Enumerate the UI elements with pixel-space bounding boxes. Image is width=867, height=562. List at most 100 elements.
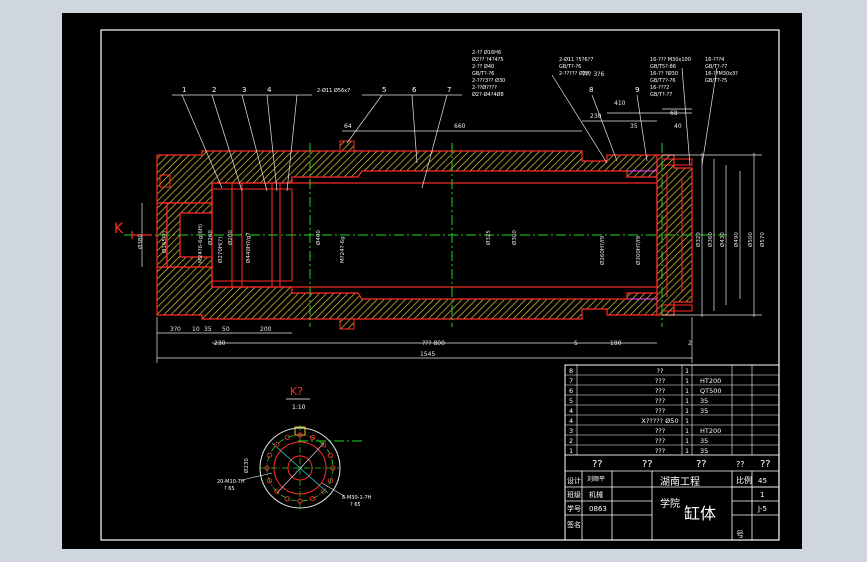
section-note-right-2: ? 65 <box>350 502 361 508</box>
row-material: HT200 <box>700 377 721 385</box>
svg-text:2-???3?? Ø30: 2-???3?? Ø30 <box>472 77 505 84</box>
section-marker: K <box>114 221 152 239</box>
row-name: ??? <box>655 437 665 445</box>
svg-text:Ø300: Ø300 <box>511 230 518 245</box>
svg-text:2-??Ø????: 2-??Ø???? <box>472 84 497 91</box>
svg-text:Ø2?? ?4?4?5: Ø2?? ?4?4?5 <box>472 56 504 63</box>
row-name: ??? <box>655 377 665 385</box>
balloon-9: 9 <box>635 86 639 94</box>
row-no: 8 <box>569 367 573 375</box>
svg-text:GB/T?-?5: GB/T?-?5 <box>705 78 727 84</box>
row-qty: 1 <box>685 367 689 375</box>
svg-text:35: 35 <box>204 326 212 333</box>
design-name: 刘顺平 <box>587 475 605 483</box>
svg-text:GB/T7?-?6: GB/T7?-?6 <box>650 78 676 84</box>
svg-text:10: 10 <box>192 326 200 333</box>
svg-text:Ø300H?/f9: Ø300H?/f9 <box>635 235 642 265</box>
svg-text:16-???2: 16-???2 <box>650 85 669 91</box>
row-no: 3 <box>569 427 573 435</box>
svg-text:16-??? M30x100: 16-??? M30x100 <box>650 57 691 63</box>
svg-text:GB/T?-?6: GB/T?-?6 <box>559 64 581 70</box>
svg-text:Ø260H?/f9: Ø260H?/f9 <box>599 235 606 265</box>
parts-table: 8?? 1 7??? 1 HT200 6??? 1 QT500 5??? 1 35 4??? 1 35 4 X… <box>564 364 780 541</box>
svg-text:190: 190 <box>610 340 622 347</box>
class-value: 机械 <box>589 490 603 499</box>
bolt-hole <box>266 452 273 458</box>
mark-char: 号 <box>736 530 744 539</box>
svg-text:Ø500: Ø500 <box>747 232 754 247</box>
section-view-scale: 1:10 <box>292 404 306 411</box>
mark-label: 签名 <box>567 520 581 529</box>
svg-text:Ø165(?): Ø165(?) <box>161 231 168 253</box>
row-qty: 1 <box>685 387 689 395</box>
svg-text:Ø320: Ø320 <box>695 232 702 247</box>
row-name: ??? <box>655 447 665 455</box>
svg-text:Ø360: Ø360 <box>707 232 714 247</box>
row-name: ??? <box>655 397 665 405</box>
svg-text:??? 800: ??? 800 <box>422 340 445 347</box>
svg-text:16-?? ?Ø30: 16-?? ?Ø30 <box>650 70 678 77</box>
balloon-3: 3 <box>242 86 246 94</box>
svg-text:??? 3?6: ??? 3?6 <box>582 71 604 78</box>
row-material: 35 <box>700 447 708 455</box>
row-qty: 1 <box>685 427 689 435</box>
number-value: J-5 <box>757 505 767 513</box>
scale-label: 比例 <box>736 475 752 485</box>
svg-text:2: 2 <box>688 340 692 347</box>
scale-value: 45 <box>758 477 767 485</box>
svg-text:660: 660 <box>454 123 466 130</box>
row-no: 1 <box>569 447 573 455</box>
svg-text:GB/T?-?7: GB/T?-?7 <box>650 92 672 98</box>
svg-text:Ø570: Ø570 <box>759 232 766 247</box>
svg-text:Ø490: Ø490 <box>733 232 740 247</box>
note-a: 2-Ø11 Ø56x7 <box>317 87 350 94</box>
svg-text:200: 200 <box>260 326 272 333</box>
note-e: 16-???4 GB/T?-?7 16-??M30x3? GB/T?-?5 <box>705 57 738 84</box>
section-note-left-1: 20-M10-7H <box>217 479 245 485</box>
svg-text:GB/T5?-86: GB/T5?-86 <box>650 64 676 70</box>
svg-text:16-???4: 16-???4 <box>705 57 724 63</box>
header-material: ?? <box>736 460 745 469</box>
row-material: 35 <box>700 407 708 415</box>
row-qty: 1 <box>685 437 689 445</box>
cad-drawing: K 1 2 3 4 5 6 7 8 9 2-Ø11 Ø56x7 2-?? Ø16… <box>100 29 780 541</box>
row-name: ??? <box>655 427 665 435</box>
balloon-1: 1 <box>182 86 186 94</box>
row-name: ??? <box>655 407 665 415</box>
svg-text:64: 64 <box>344 123 352 130</box>
row-material: QT500 <box>700 387 722 395</box>
header-qty: ?? <box>696 459 707 470</box>
svg-text:Ø270H(?): Ø270H(?) <box>217 237 224 263</box>
row-qty: 1 <box>685 377 689 385</box>
svg-text:GB/T?-?7: GB/T?-?7 <box>705 64 727 70</box>
row-name: ?? <box>657 367 664 375</box>
svg-text:GB/T?-?6: GB/T?-?6 <box>472 71 494 77</box>
svg-text:3?0: 3?0 <box>170 326 181 333</box>
header-no: ?? <box>592 459 603 470</box>
bolt-hole <box>284 434 290 441</box>
section-note-right-1: 8-M30-1-7H <box>342 495 372 501</box>
svg-text:2-?? Ø40: 2-?? Ø40 <box>472 63 494 70</box>
note-d: 16-??? M30x100 GB/T5?-86 16-?? ?Ø30 GB/T… <box>650 57 691 98</box>
balloon-4: 4 <box>267 86 272 94</box>
section-dim: Ø230 <box>243 458 250 473</box>
bolt-hole <box>284 495 290 502</box>
row-no: 6 <box>569 387 573 395</box>
section-note-left-2: ? 65 <box>224 486 235 492</box>
design-label: 设计 <box>567 476 581 485</box>
svg-text:40: 40 <box>674 123 682 130</box>
svg-text:Ø325: Ø325 <box>485 230 492 245</box>
balloon-7: 7 <box>447 86 451 94</box>
row-qty: 1 <box>685 407 689 415</box>
id-label: 学号 <box>567 504 581 513</box>
svg-text:Ø430: Ø430 <box>719 232 726 247</box>
svg-text:1545: 1545 <box>420 351 435 358</box>
class-label: 班级 <box>567 490 581 499</box>
top-notes: 2-Ø11 Ø56x7 2-?? Ø16H6 Ø2?? ?4?4?5 2-?? … <box>317 49 738 98</box>
section-marker-label: K <box>114 221 124 237</box>
svg-text:35: 35 <box>630 123 638 130</box>
section-view-title: K? <box>290 385 303 398</box>
note-b: 2-?? Ø16H6 Ø2?? ?4?4?5 2-?? Ø40 GB/T?-?6… <box>472 49 505 98</box>
svg-text:Ø200: Ø200 <box>227 230 234 245</box>
svg-text:Ø400: Ø400 <box>315 230 322 245</box>
